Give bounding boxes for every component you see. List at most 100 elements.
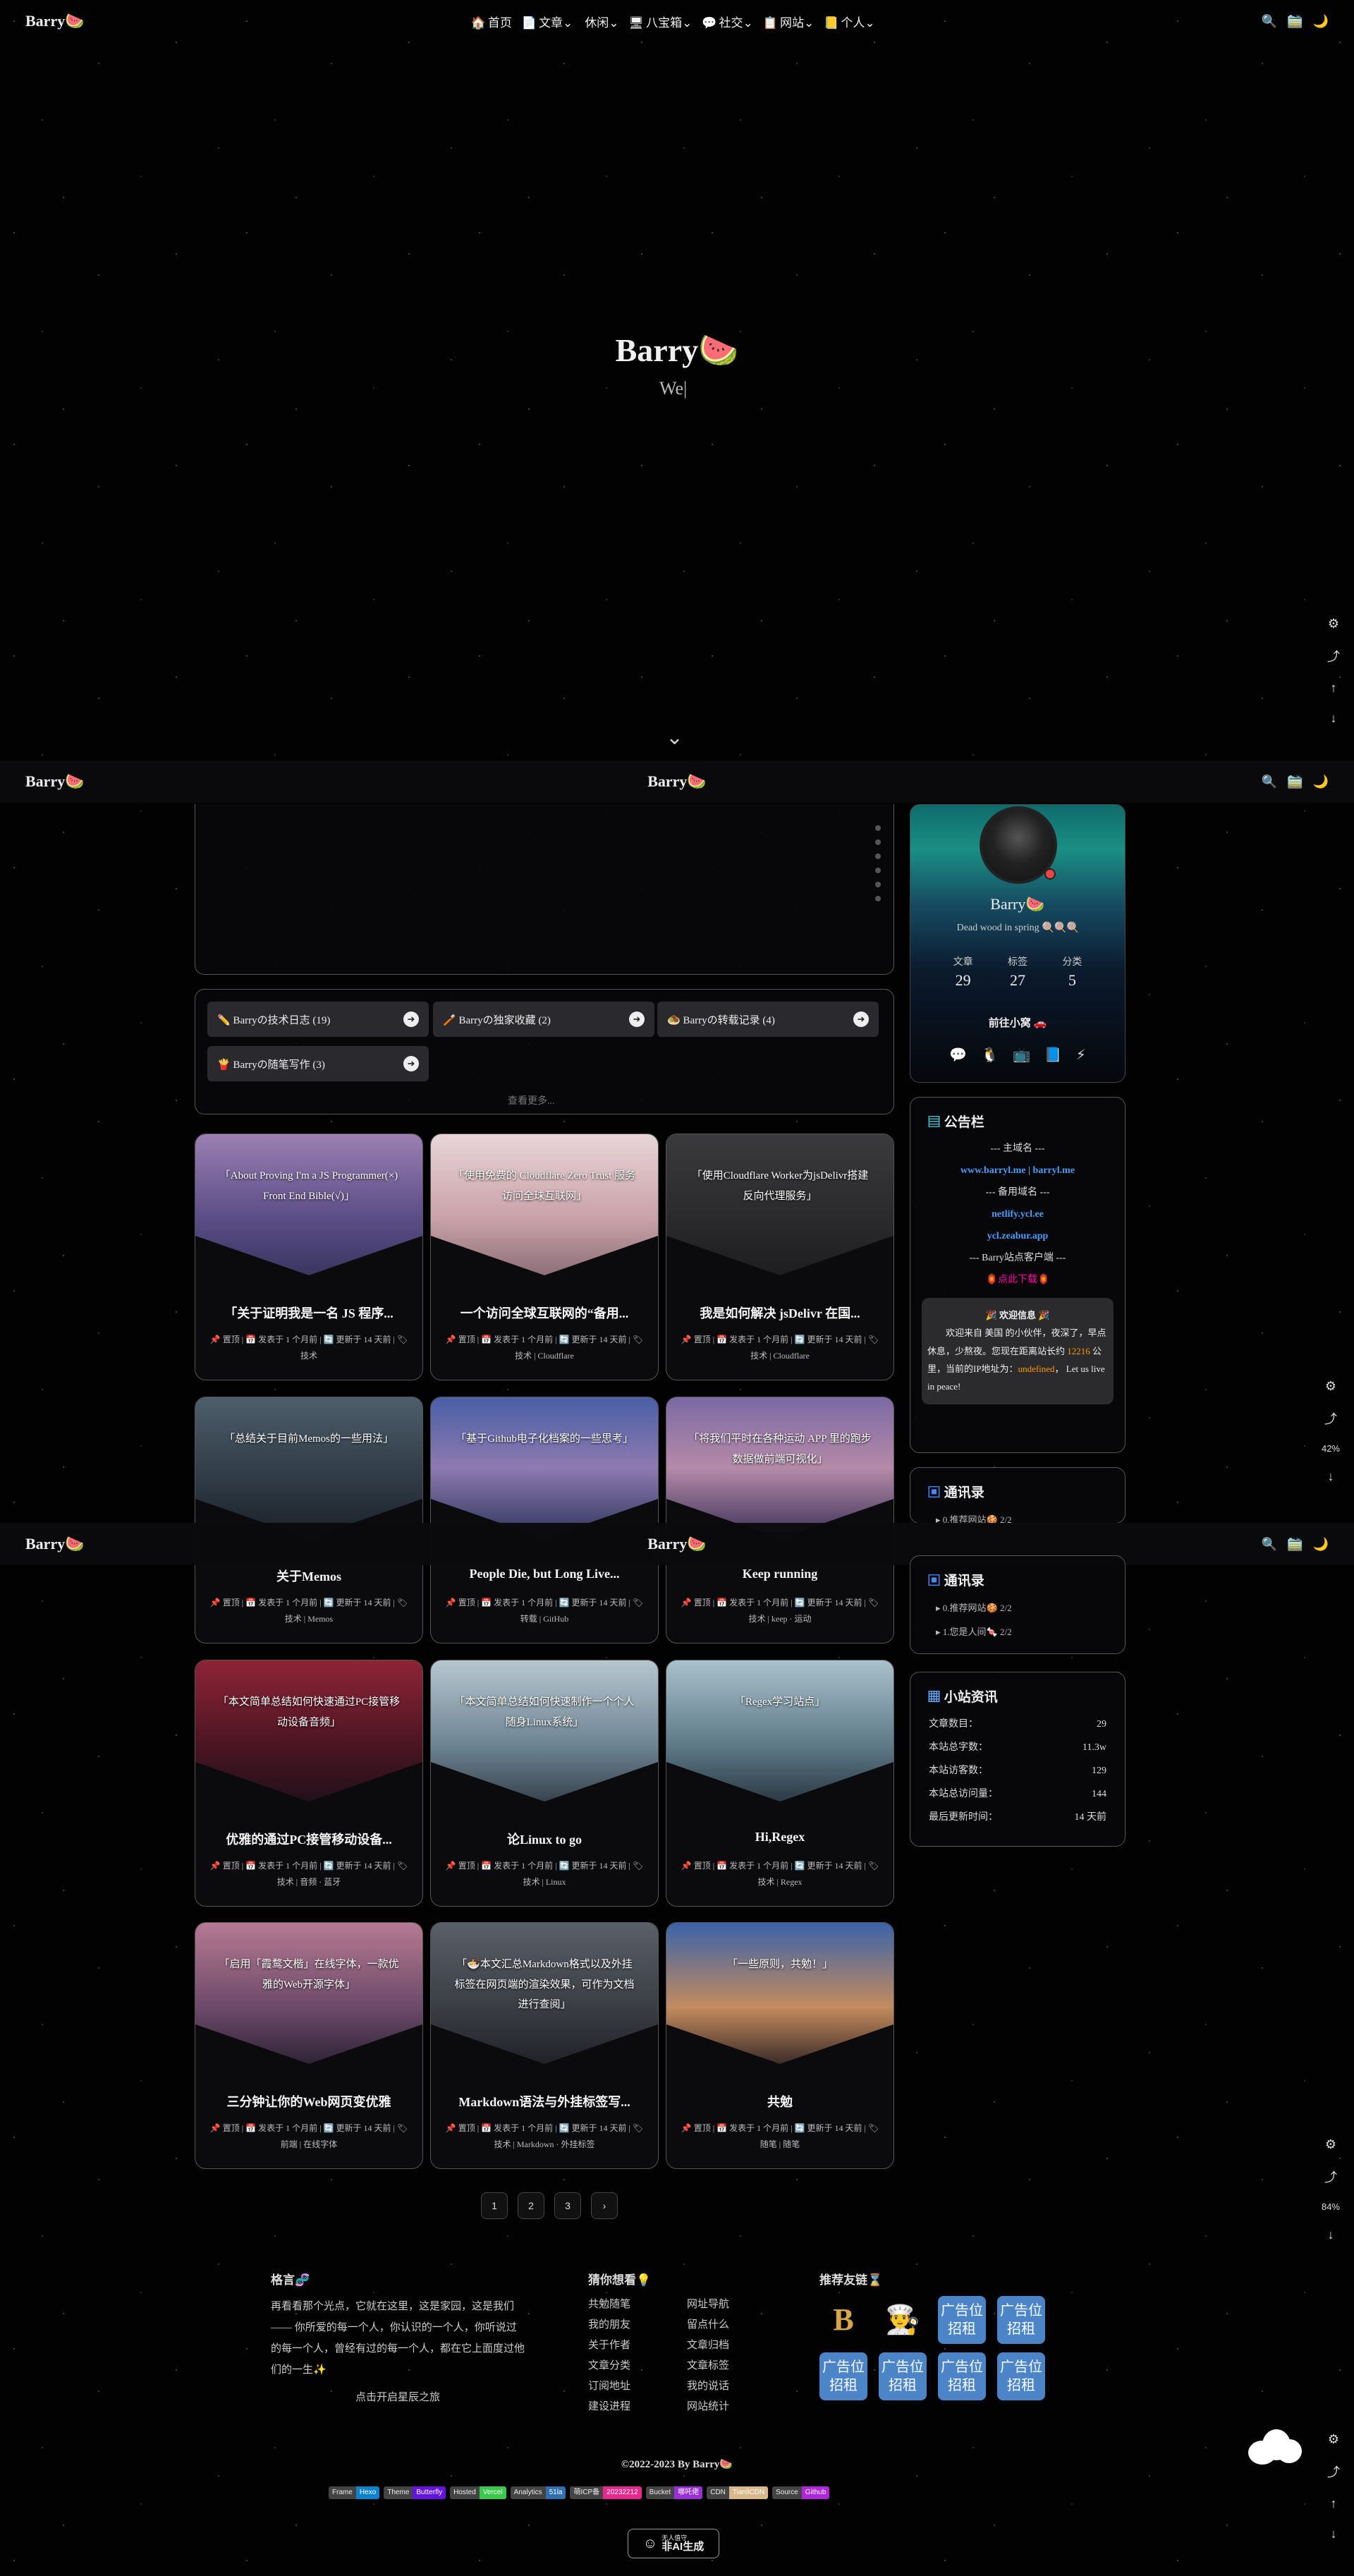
- ad-slot[interactable]: 广告位招租: [938, 2352, 986, 2400]
- ad-slot[interactable]: 广告位招租: [997, 2296, 1045, 2344]
- search-icon[interactable]: 🔍: [1262, 14, 1277, 29]
- post-title[interactable]: Markdown语法与外挂标签写...: [442, 2092, 647, 2110]
- swiper-dot[interactable]: [875, 853, 881, 859]
- ad-slot[interactable]: 广告位招租: [997, 2352, 1045, 2400]
- arrow-down-icon[interactable]: ↓: [1327, 1469, 1334, 1484]
- post-card[interactable]: 「本文简单总结如何快速通过PC接管移动设备音频」 优雅的通过PC接管移动设备...…: [195, 1660, 423, 1907]
- post-title[interactable]: 一个访问全球互联网的“备用...: [442, 1304, 647, 1322]
- menu-toolbox[interactable]: 🖥 八宝箱⌄: [629, 13, 693, 30]
- page-1[interactable]: 1: [481, 2192, 508, 2219]
- travel-icon[interactable]: 🚞: [1287, 14, 1303, 29]
- download-link[interactable]: 🏮点此下载🏮: [910, 1269, 1125, 1291]
- blog-icon[interactable]: 📘: [1044, 1046, 1062, 1064]
- menu-articles[interactable]: 📄 文章⌄: [522, 13, 573, 30]
- footer-link[interactable]: 我的说话: [687, 2378, 771, 2393]
- footer-badge[interactable]: 萌ICP备 20232212: [570, 2486, 642, 2499]
- footer-badge[interactable]: Frame Hexo: [329, 2486, 380, 2499]
- post-card[interactable]: 「Regex学习站点」 Hi,Regex 📌 置顶 | 📅 发表于 1 个月前 | …: [666, 1660, 894, 1907]
- post-title[interactable]: 我是如何解决 jsDelivr 在国...: [678, 1304, 882, 1322]
- site-logo[interactable]: Barry🍉: [25, 772, 85, 791]
- visit-home-button[interactable]: 前往小窝 🚗: [910, 1015, 1125, 1030]
- gear-icon[interactable]: ⚙: [1328, 2432, 1339, 2447]
- footer-badge[interactable]: Bucket 哪吒佬: [645, 2486, 703, 2499]
- backup-domain-link[interactable]: netlify.ycl.ee: [910, 1203, 1125, 1225]
- bilibili-icon[interactable]: 📺: [1013, 1046, 1030, 1064]
- darkmode-icon[interactable]: 🌙: [1313, 1537, 1329, 1552]
- swiper-dot[interactable]: [875, 839, 881, 845]
- share-icon[interactable]: ⤴: [1327, 2462, 1340, 2481]
- post-title[interactable]: People Die, but Long Live...: [442, 1567, 647, 1581]
- featured-swiper[interactable]: [195, 804, 894, 975]
- footer-badge[interactable]: CDN TianliCDN: [707, 2486, 769, 2499]
- friend-logo-b[interactable]: B: [819, 2296, 867, 2344]
- menu-home[interactable]: 🏠 首页: [471, 13, 512, 30]
- darkmode-icon[interactable]: 🌙: [1313, 774, 1329, 789]
- bolt-icon[interactable]: ⚡: [1076, 1046, 1086, 1064]
- post-cover-image[interactable]: [666, 1660, 893, 1802]
- stat-articles[interactable]: 文章 29: [953, 954, 973, 990]
- site-logo[interactable]: Barry🍉: [25, 1535, 85, 1553]
- category-tech-log[interactable]: ✏️ Barryの技术日志 (19) ➜: [207, 1002, 429, 1037]
- search-icon[interactable]: 🔍: [1262, 774, 1277, 789]
- category-repost[interactable]: 🧆 Barryの转载记录 (4) ➜: [657, 1002, 879, 1037]
- arrow-up-icon[interactable]: ↑: [1331, 2496, 1337, 2511]
- wechat-icon[interactable]: 💬: [949, 1046, 967, 1064]
- post-card[interactable]: 「基于Github电子化档案的一些思考」 People Die, but Long…: [430, 1397, 659, 1644]
- post-title[interactable]: 论Linux to go: [442, 1830, 647, 1848]
- swiper-dot[interactable]: [875, 896, 881, 901]
- swiper-dot[interactable]: [875, 825, 881, 831]
- menu-social[interactable]: 💬 社交⌄: [702, 13, 752, 30]
- post-card[interactable]: 「使用免费的 Cloudflare Zero Trust 服务访问全球互联网」一…: [430, 1134, 659, 1380]
- friend-avatar[interactable]: 👨‍🍳: [879, 2296, 927, 2344]
- footer-link[interactable]: 文章分类: [588, 2357, 687, 2372]
- site-logo[interactable]: Barry🍉: [25, 12, 85, 30]
- arrow-down-icon[interactable]: ↓: [1331, 711, 1337, 726]
- post-title[interactable]: 共勉: [678, 2092, 882, 2110]
- main-domain-link[interactable]: www.barryl.me | barryl.me: [910, 1160, 1125, 1181]
- post-title[interactable]: 关于Memos: [207, 1567, 411, 1585]
- chat-cloud-icon[interactable]: [1243, 2426, 1303, 2466]
- post-title[interactable]: 「关于证明我是一名 JS 程序...: [207, 1304, 411, 1322]
- backup-domain-link[interactable]: ycl.zeabur.app: [910, 1225, 1125, 1247]
- post-title[interactable]: 优雅的通过PC接管移动设备...: [207, 1830, 411, 1848]
- footer-link[interactable]: 关于作者: [588, 2337, 687, 2352]
- post-cover-image[interactable]: [431, 1397, 658, 1538]
- post-card[interactable]: 「将我们平时在各种运动 APP 里的跑步数据做前端可视化」 Keep runnin…: [666, 1397, 894, 1644]
- post-card[interactable]: 「一些原则，共勉！」 共勉 📌 置顶 | 📅 发表于 1 个月前 | 🔄 更新于 1…: [666, 1922, 894, 2169]
- footer-link[interactable]: 网址导航: [687, 2296, 771, 2311]
- post-title[interactable]: Keep running: [678, 1567, 882, 1581]
- post-card[interactable]: 「About Proving I'm a JS Programmer(×) Fr…: [195, 1134, 423, 1380]
- category-collection[interactable]: 🪥 Barryの独家收藏 (2) ➜: [433, 1002, 654, 1037]
- stat-tags[interactable]: 标签 27: [1008, 954, 1027, 990]
- gear-icon[interactable]: ⚙: [1325, 2137, 1336, 2152]
- footer-link[interactable]: 我的朋友: [588, 2316, 687, 2331]
- ad-slot[interactable]: 广告位招租: [879, 2352, 927, 2400]
- page-3[interactable]: 3: [554, 2192, 581, 2219]
- post-card[interactable]: 「启用「霞鹜文楷」在线字体，一款优雅的Web开源字体」 三分钟让你的Web网页变优…: [195, 1922, 423, 2169]
- page-2[interactable]: 2: [518, 2192, 544, 2219]
- footer-badge[interactable]: Source Github: [772, 2486, 830, 2499]
- share-icon[interactable]: ⤴: [1327, 647, 1340, 665]
- footer-link[interactable]: 网站统计: [687, 2398, 771, 2413]
- footer-link[interactable]: 共勉随笔: [588, 2296, 687, 2311]
- gear-icon[interactable]: ⚙: [1325, 1379, 1336, 1394]
- ad-slot[interactable]: 广告位招租: [938, 2296, 986, 2344]
- arrow-up-icon[interactable]: ↑: [1331, 681, 1337, 695]
- page-title[interactable]: Barry🍉: [647, 772, 707, 791]
- next-page-button[interactable]: ›: [591, 2192, 618, 2219]
- footer-link[interactable]: 订阅地址: [588, 2378, 687, 2393]
- travel-icon[interactable]: 🚞: [1287, 1537, 1303, 1552]
- post-title[interactable]: 三分钟让你的Web网页变优雅: [207, 2092, 411, 2110]
- ad-slot[interactable]: 广告位招租: [819, 2352, 867, 2400]
- footer-link[interactable]: 留点什么: [687, 2316, 771, 2331]
- swiper-dot[interactable]: [875, 868, 881, 873]
- arrow-down-icon[interactable]: ↓: [1331, 2527, 1337, 2541]
- footer-badge[interactable]: Hosted Vercel: [450, 2486, 506, 2499]
- travel-icon[interactable]: 🚞: [1287, 774, 1303, 789]
- qq-icon[interactable]: 🐧: [981, 1046, 999, 1064]
- stat-categories[interactable]: 分类 5: [1062, 954, 1082, 990]
- post-card[interactable]: 「总结关于目前Memos的一些用法」 关于Memos 📌 置顶 | 📅 发表于 1 …: [195, 1397, 423, 1644]
- share-icon[interactable]: ⤴: [1324, 2168, 1337, 2186]
- scroll-down-icon[interactable]: ⌄: [666, 725, 683, 750]
- footer-link[interactable]: 文章标签: [687, 2357, 771, 2372]
